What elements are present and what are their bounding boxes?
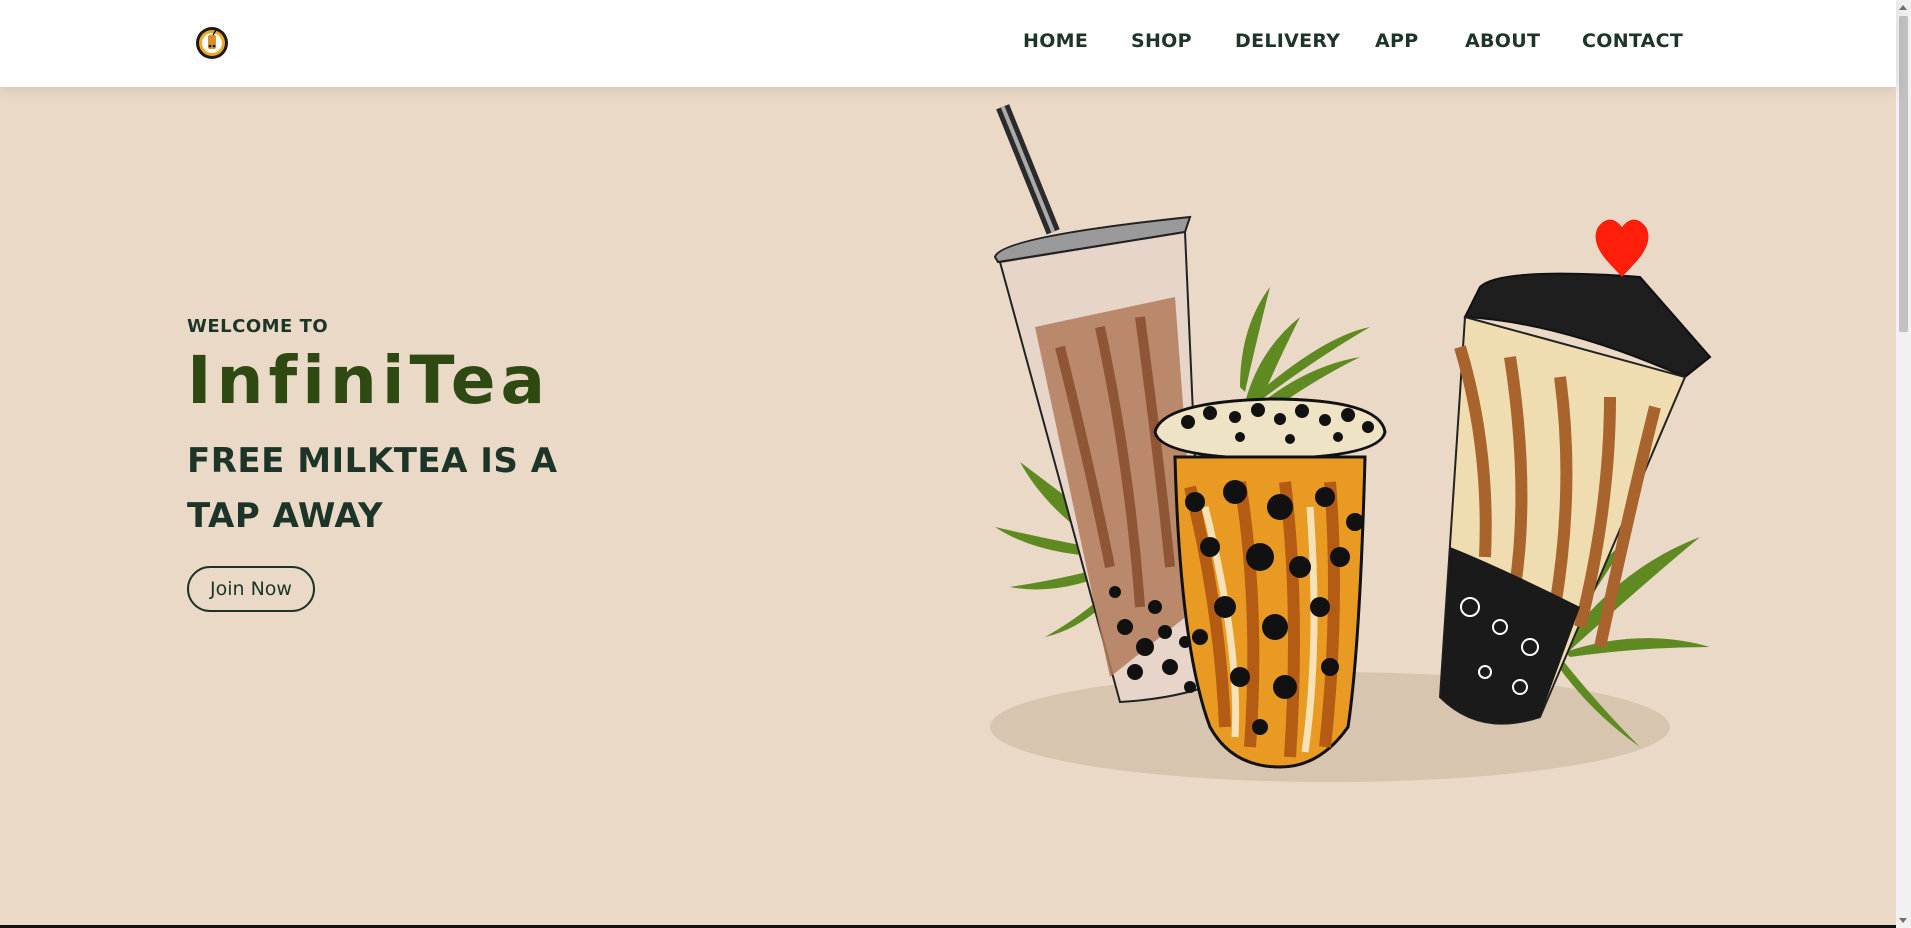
tagline-line-1: FREE MILKTEA IS A <box>187 440 558 481</box>
hero-section: WELCOME TO InfiniTea FREE MILKTEA IS A T… <box>0 87 1896 925</box>
milk-tea-cup-right <box>1438 219 1712 725</box>
nav-contact-link[interactable]: CONTACT <box>1582 30 1683 52</box>
main-nav: HOME SHOP DELIVERY APP ABOUT CONTACT <box>1000 30 1690 60</box>
scroll-down-arrow-icon[interactable] <box>1899 918 1907 923</box>
scroll-up-arrow-icon[interactable] <box>1899 5 1907 10</box>
brand-title: InfiniTea <box>187 342 551 419</box>
milk-tea-cup-left <box>993 104 1207 704</box>
tagline: FREE MILKTEA IS A TAP AWAY <box>187 434 787 544</box>
heart-icon <box>1595 219 1649 277</box>
scroll-thumb[interactable] <box>1899 16 1908 332</box>
nav-delivery-link[interactable]: DELIVERY <box>1235 30 1340 52</box>
hero-text-block: WELCOME TO InfiniTea FREE MILKTEA IS A T… <box>187 316 787 612</box>
join-now-button[interactable]: Join Now <box>187 565 315 612</box>
boba-cup-logo-icon[interactable] <box>195 26 229 60</box>
nav-about-link[interactable]: ABOUT <box>1465 30 1540 52</box>
tagline-line-2: TAP AWAY <box>187 495 384 536</box>
nav-app-link[interactable]: APP <box>1375 30 1418 52</box>
nav-shop-link[interactable]: SHOP <box>1131 30 1192 52</box>
vertical-scrollbar[interactable] <box>1896 0 1911 928</box>
nav-home-link[interactable]: HOME <box>1023 30 1088 52</box>
navbar: HOME SHOP DELIVERY APP ABOUT CONTACT <box>0 0 1896 87</box>
milk-tea-illustration <box>990 104 1712 782</box>
welcome-label: WELCOME TO <box>187 316 329 337</box>
